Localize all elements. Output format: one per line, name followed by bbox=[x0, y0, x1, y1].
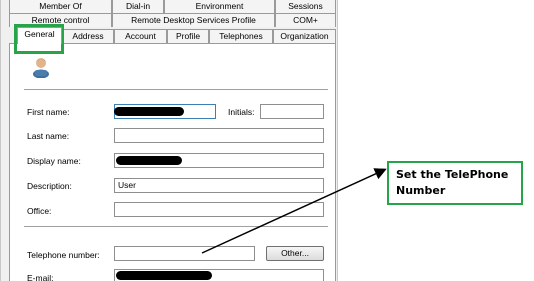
initials-label: Initials: bbox=[228, 107, 255, 117]
tab-profile[interactable]: Profile bbox=[167, 29, 209, 43]
first-name-label: First name: bbox=[27, 107, 70, 117]
tab-address[interactable]: Address bbox=[62, 29, 114, 43]
tab-general[interactable]: General bbox=[17, 27, 62, 44]
initials-field[interactable] bbox=[260, 104, 324, 119]
telephone-number-field[interactable] bbox=[114, 246, 255, 261]
annotation-callout: Set the TelePhone Number bbox=[387, 161, 523, 205]
tab-telephones[interactable]: Telephones bbox=[209, 29, 273, 43]
other-button[interactable]: Other... bbox=[266, 246, 324, 261]
redaction-mark bbox=[116, 156, 182, 165]
tab-com-plus[interactable]: COM+ bbox=[275, 13, 336, 27]
tab-organization[interactable]: Organization bbox=[273, 29, 336, 43]
general-tab-panel: First name: Initials: Last name: Display… bbox=[9, 43, 336, 281]
telephone-number-label: Telephone number: bbox=[27, 250, 100, 260]
description-label: Description: bbox=[27, 181, 72, 191]
tab-sessions[interactable]: Sessions bbox=[275, 0, 336, 13]
user-icon bbox=[33, 58, 49, 78]
office-label: Office: bbox=[27, 206, 52, 216]
redaction-mark bbox=[116, 271, 212, 280]
email-label: E-mail: bbox=[27, 273, 54, 281]
separator bbox=[24, 89, 328, 90]
tab-remote-desktop-services-profile[interactable]: Remote Desktop Services Profile bbox=[112, 13, 275, 27]
redaction-mark bbox=[114, 107, 184, 116]
tab-environment[interactable]: Environment bbox=[164, 0, 275, 13]
office-field[interactable] bbox=[114, 202, 324, 217]
last-name-field[interactable] bbox=[114, 128, 324, 143]
tab-dial-in[interactable]: Dial-in bbox=[112, 0, 164, 13]
description-field[interactable]: User bbox=[114, 178, 324, 193]
user-properties-dialog: Member Of Dial-in Environment Sessions R… bbox=[0, 0, 338, 281]
last-name-label: Last name: bbox=[27, 131, 70, 141]
display-name-label: Display name: bbox=[27, 156, 81, 166]
tab-member-of[interactable]: Member Of bbox=[9, 0, 112, 13]
separator bbox=[24, 226, 328, 227]
tab-account[interactable]: Account bbox=[114, 29, 167, 43]
